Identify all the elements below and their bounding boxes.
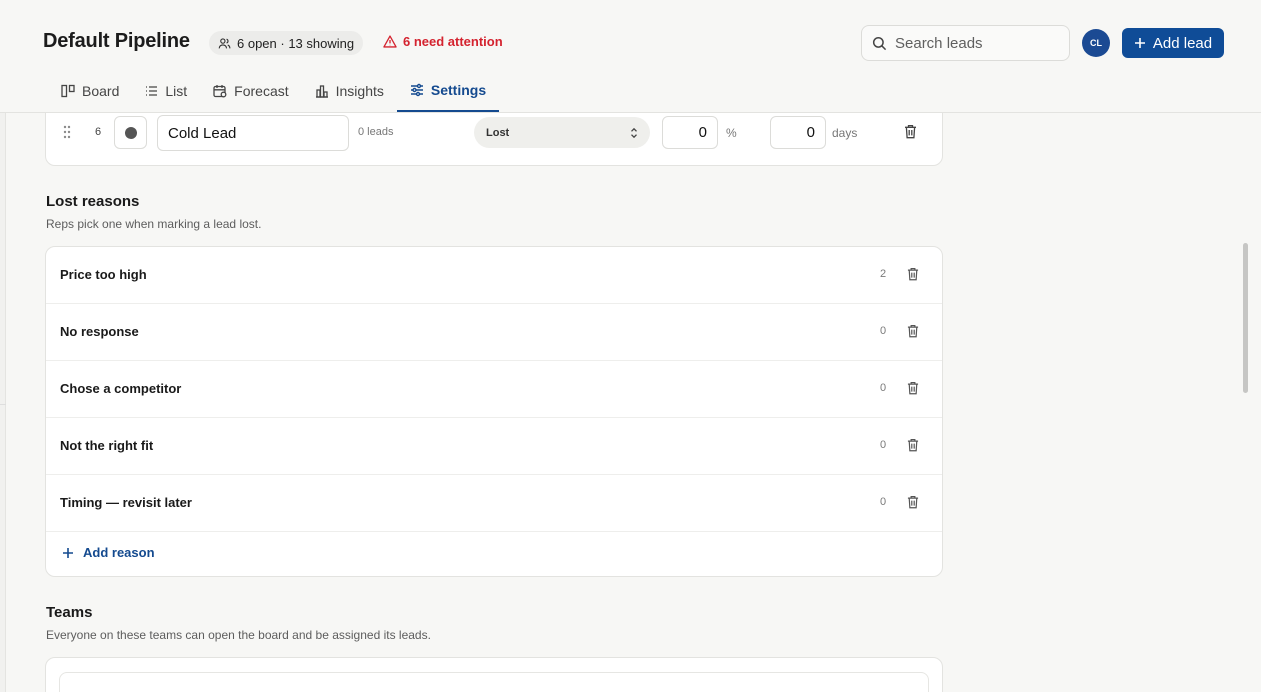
delete-reason-icon[interactable] xyxy=(907,324,919,338)
stage-row: 6 0 leads Lost % days xyxy=(46,114,942,151)
rot-days-unit: days xyxy=(832,126,858,140)
probability-input[interactable] xyxy=(662,116,718,149)
page-title: Default Pipeline xyxy=(43,30,190,52)
teams-card xyxy=(45,657,943,692)
teams-title: Teams xyxy=(46,604,93,621)
list-item: Not the right fit 0 xyxy=(46,418,942,475)
stage-outcome-value: Lost xyxy=(486,126,510,139)
settings-content: 6 0 leads Lost % days Lost reasons Reps … xyxy=(0,113,1261,692)
reason-count: 0 xyxy=(880,325,887,337)
list-item: Chose a competitor 0 xyxy=(46,361,942,418)
reason-label[interactable]: Not the right fit xyxy=(60,438,153,453)
plus-icon xyxy=(63,547,73,558)
delete-reason-icon[interactable] xyxy=(907,438,919,452)
lead-count-pill: 6 open · 13 showing xyxy=(209,31,364,55)
reason-label[interactable]: Timing — revisit later xyxy=(60,495,192,510)
lost-reasons-card: Price too high 2 No response 0 Chose a c… xyxy=(45,246,943,577)
rot-days-input[interactable] xyxy=(770,116,826,149)
page-header: Default Pipeline 6 open · 13 showing 6 n… xyxy=(0,0,1261,113)
delete-reason-icon[interactable] xyxy=(907,267,919,281)
plus-icon xyxy=(1134,38,1145,48)
view-tabs: Board List Forecast Insights Settings xyxy=(48,70,500,113)
warning-icon xyxy=(383,35,397,48)
stage-lead-count: 0 leads xyxy=(358,126,394,138)
chevron-up-down-icon xyxy=(631,127,637,138)
color-dot-icon xyxy=(124,126,137,139)
attention-alert[interactable]: 6 need attention xyxy=(383,34,503,49)
reason-count: 2 xyxy=(880,268,887,280)
search-icon xyxy=(872,36,887,50)
drag-handle-icon[interactable] xyxy=(63,125,71,139)
search-input[interactable] xyxy=(895,34,1055,52)
add-reason-label: Add reason xyxy=(83,545,155,560)
reason-count: 0 xyxy=(880,496,887,508)
attention-text: 6 need attention xyxy=(403,34,503,49)
team-row xyxy=(59,672,929,692)
calendar-icon xyxy=(213,85,227,98)
reason-label[interactable]: Price too high xyxy=(60,267,147,282)
reason-label[interactable]: No response xyxy=(60,324,139,339)
avatar[interactable]: CL xyxy=(1082,29,1110,57)
delete-reason-icon[interactable] xyxy=(907,381,919,395)
stage-color-picker[interactable] xyxy=(114,116,147,149)
stage-outcome-select[interactable]: Lost xyxy=(474,117,650,148)
list-icon xyxy=(146,86,158,96)
tab-label: Forecast xyxy=(234,83,289,99)
search-box[interactable] xyxy=(861,25,1070,61)
stage-number: 6 xyxy=(95,126,102,138)
tab-board[interactable]: Board xyxy=(48,70,132,112)
lost-reasons-subtitle: Reps pick one when marking a lead lost. xyxy=(46,217,262,231)
tab-label: Board xyxy=(82,83,120,99)
lost-reasons-title: Lost reasons xyxy=(46,193,140,210)
vertical-scrollbar[interactable] xyxy=(1243,243,1248,393)
delete-reason-icon[interactable] xyxy=(907,495,919,509)
list-item: Price too high 2 xyxy=(46,247,942,304)
delete-stage-icon[interactable] xyxy=(904,124,917,139)
sliders-icon xyxy=(410,83,423,97)
add-lead-button[interactable]: Add lead xyxy=(1122,28,1224,58)
tab-label: Insights xyxy=(335,83,384,99)
people-icon xyxy=(218,37,231,48)
reason-count: 0 xyxy=(880,439,887,451)
stages-card: 6 0 leads Lost % days xyxy=(45,113,943,166)
stage-name-input[interactable] xyxy=(157,115,349,151)
board-icon xyxy=(61,84,75,98)
tab-forecast[interactable]: Forecast xyxy=(200,70,301,112)
list-item: No response 0 xyxy=(46,304,942,361)
reason-label[interactable]: Chose a competitor xyxy=(60,381,181,396)
probability-unit: % xyxy=(726,126,737,140)
tab-label: Settings xyxy=(430,82,487,98)
teams-subtitle: Everyone on these teams can open the boa… xyxy=(46,628,431,642)
tab-insights[interactable]: Insights xyxy=(302,70,397,112)
lead-count-text: 6 open · 13 showing xyxy=(237,35,355,51)
tab-list[interactable]: List xyxy=(132,70,200,112)
reason-count: 0 xyxy=(880,382,887,394)
tab-settings[interactable]: Settings xyxy=(396,70,500,112)
add-lead-label: Add lead xyxy=(1152,34,1213,52)
add-reason-button[interactable]: Add reason xyxy=(62,545,155,560)
bar-chart-icon xyxy=(315,85,328,98)
list-item: Timing — revisit later 0 xyxy=(46,475,942,532)
tab-label: List xyxy=(165,83,188,99)
